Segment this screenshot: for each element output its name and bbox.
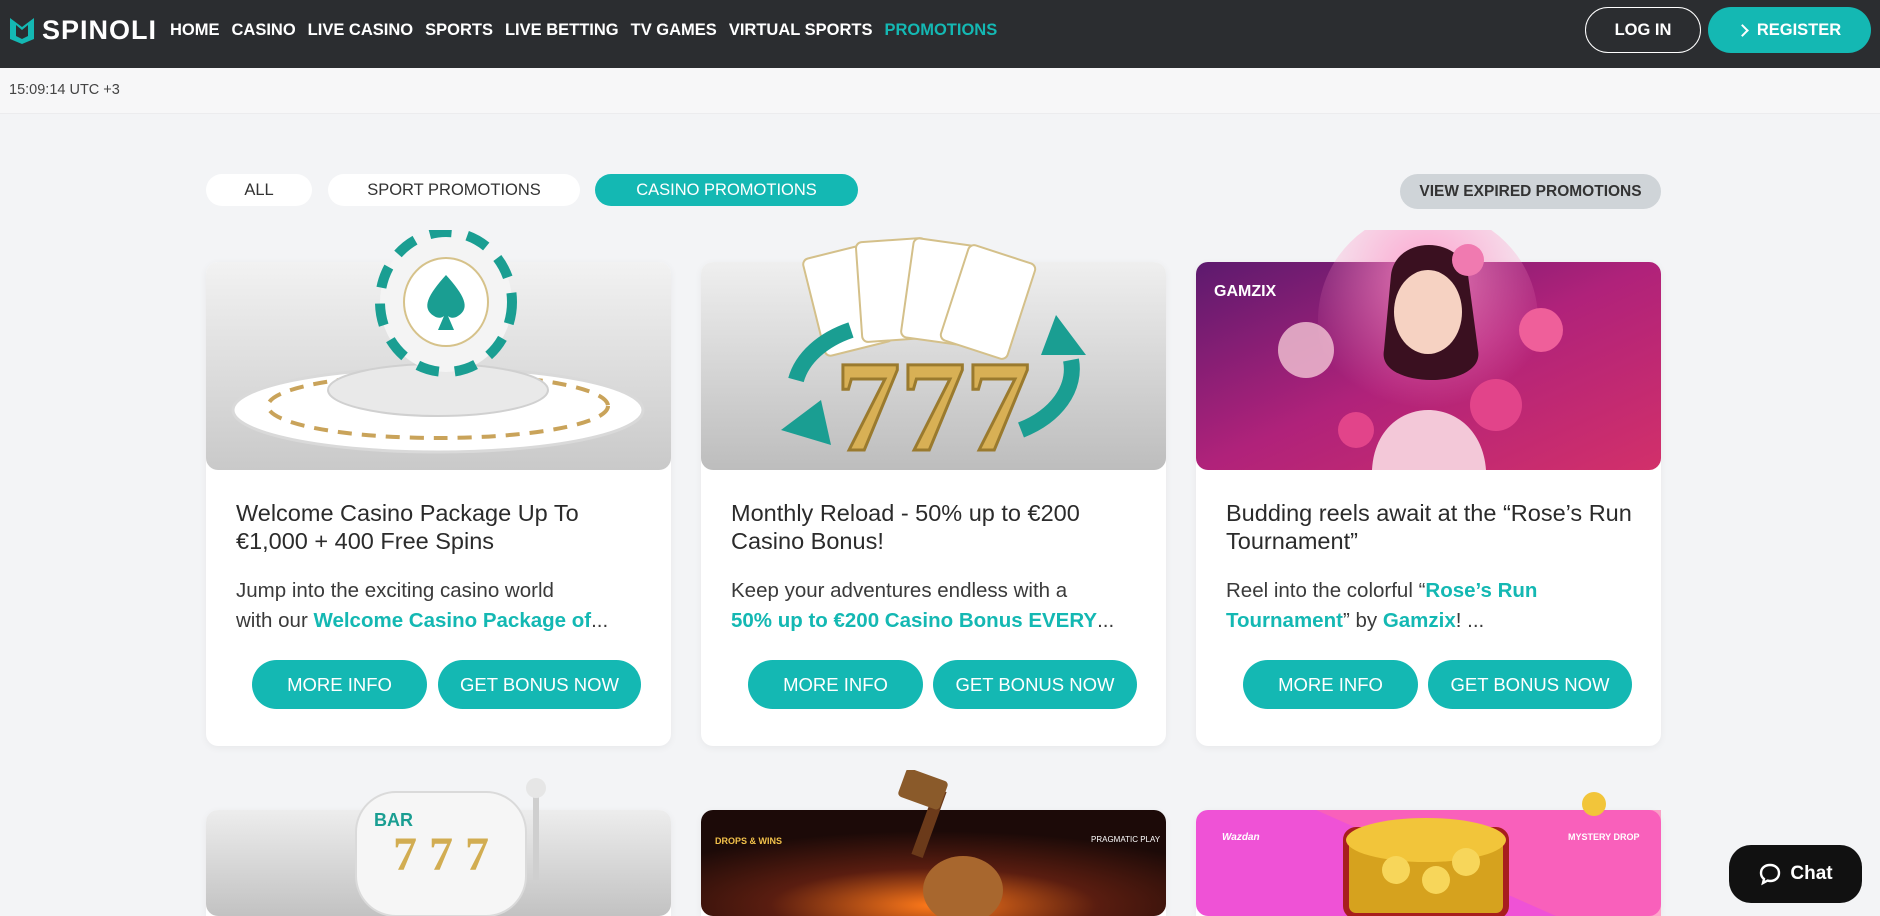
chat-label: Chat	[1790, 863, 1833, 884]
spinoli-logo[interactable]: SPINOLI	[8, 14, 157, 46]
promo-title: Welcome Casino Package Up To €1,000 + 40…	[236, 500, 579, 554]
desc-text: ” by	[1342, 609, 1383, 632]
filter-sport-promotions[interactable]: SPORT PROMOTIONS	[328, 174, 580, 206]
promo-description: Keep your adventures endless with a 50% …	[731, 576, 1141, 636]
desc-ellipsis: ! ...	[1455, 609, 1485, 632]
filter-all[interactable]: ALL	[206, 174, 312, 206]
promo-highlight-link[interactable]: Gamzix	[1383, 609, 1456, 632]
promo-highlight-link[interactable]: Rose’s Run	[1425, 579, 1537, 602]
filter-casino-promotions[interactable]: CASINO PROMOTIONS	[595, 174, 858, 206]
promo-card-slot: BAR 7 7 7	[206, 778, 671, 916]
get-bonus-button[interactable]: GET BONUS NOW	[933, 660, 1137, 709]
promo-image-poker-chip	[206, 230, 671, 470]
mystery-drop-badge: MYSTERY DROP	[1568, 832, 1640, 842]
desc-text: Reel into the colorful “	[1226, 579, 1426, 602]
drops-wins-badge: DROPS & WINS	[715, 836, 782, 846]
nav-sports[interactable]: SPORTS	[425, 21, 493, 40]
server-time: 15:09:14 UTC +3	[9, 82, 120, 98]
svg-text:777: 777	[836, 335, 1031, 470]
view-expired-promotions-button[interactable]: VIEW EXPIRED PROMOTIONS	[1400, 174, 1661, 209]
promo-card-monthly-reload: 777 Monthly Reload - 50% up to €200 Casi…	[701, 237, 1166, 746]
more-info-button[interactable]: MORE INFO	[252, 660, 427, 709]
time-strip: 15:09:14 UTC +3	[0, 68, 1880, 114]
nav-tv-games[interactable]: TV GAMES	[631, 21, 717, 40]
more-info-button[interactable]: MORE INFO	[1243, 660, 1418, 709]
desc-ellipsis: ...	[591, 609, 609, 632]
nav-casino[interactable]: CASINO	[232, 21, 296, 40]
promo-desc-line: Keep your adventures endless with a	[731, 579, 1068, 602]
more-info-button[interactable]: MORE INFO	[748, 660, 923, 709]
promo-description: Reel into the colorful “Rose’s Run Tourn…	[1226, 576, 1636, 636]
promo-description: Jump into the exciting casino world with…	[236, 576, 646, 636]
chat-button[interactable]: Chat	[1729, 845, 1862, 903]
promo-desc-line: Jump into the exciting casino world	[236, 579, 554, 602]
promo-card-welcome: Welcome Casino Package Up To €1,000 + 40…	[206, 230, 671, 746]
desc-text: with our	[236, 609, 314, 632]
nav-live-casino[interactable]: LIVE CASINO	[308, 21, 413, 40]
main-nav: HOME CASINO LIVE CASINO SPORTS LIVE BETT…	[170, 0, 997, 60]
get-bonus-button[interactable]: GET BONUS NOW	[438, 660, 641, 709]
desc-ellipsis: ...	[1097, 609, 1115, 632]
chat-bubble-icon	[1760, 863, 1781, 886]
logo-text: SPINOLI	[42, 14, 158, 45]
promo-desc-line: 50% up to €200 Casino Bonus EVERY...	[731, 606, 1141, 636]
wazdan-logo: Wazdan	[1222, 832, 1260, 843]
register-button[interactable]: REGISTER	[1708, 7, 1871, 53]
promo-desc-line: with our Welcome Casino Package of...	[236, 606, 646, 636]
gamzix-brand-label: GAMZIX	[1214, 283, 1277, 300]
pragmatic-play-logo: PRAGMATIC PLAY	[1091, 835, 1161, 844]
nav-live-betting[interactable]: LIVE BETTING	[505, 21, 619, 40]
promo-highlight-link[interactable]: 50% up to €200 Casino Bonus EVERY	[731, 609, 1097, 632]
promo-title: Budding reels await at the “Rose’s Run T…	[1226, 500, 1632, 554]
promo-image-treasure-chest: Wazdan MYSTERY DROP	[1196, 792, 1661, 916]
nav-virtual-sports[interactable]: VIRTUAL SPORTS	[729, 21, 873, 40]
promo-highlight-link[interactable]: Welcome Casino Package of	[313, 609, 591, 632]
register-label: REGISTER	[1756, 20, 1842, 39]
svg-text:7 7 7: 7 7 7	[393, 828, 489, 881]
promo-desc-line: Tournament” by Gamzix! ...	[1226, 606, 1636, 636]
promo-image-drops-wins: DROPS & WINS PRAGMATIC PLAY	[701, 770, 1166, 916]
promo-desc-line: Reel into the colorful “Rose’s Run	[1226, 576, 1636, 606]
promo-card-drops-wins: DROPS & WINS PRAGMATIC PLAY	[701, 770, 1166, 916]
promo-card-mystery-drop: Wazdan MYSTERY DROP	[1196, 792, 1661, 916]
top-navbar: SPINOLI HOME CASINO LIVE CASINO SPORTS L…	[0, 0, 1880, 68]
promo-image-slot-machine: BAR 7 7 7	[206, 778, 671, 916]
login-button[interactable]: LOG IN	[1585, 7, 1701, 53]
promo-image-roses-run: GAMZIX	[1196, 230, 1661, 470]
promo-highlight-link[interactable]: Tournament	[1226, 609, 1343, 632]
promo-image-777-cards: 777	[701, 237, 1166, 470]
promo-title: Monthly Reload - 50% up to €200 Casino B…	[731, 500, 1080, 554]
promo-card-roses-run: GAMZIX Budding reels await at the “Rose’…	[1196, 230, 1661, 746]
chevron-right-icon	[1735, 23, 1749, 37]
logo-mark-icon	[10, 18, 34, 44]
get-bonus-button[interactable]: GET BONUS NOW	[1428, 660, 1632, 709]
nav-promotions[interactable]: PROMOTIONS	[884, 21, 997, 40]
slot-bar-label: BAR	[374, 810, 413, 830]
nav-home[interactable]: HOME	[170, 21, 220, 40]
